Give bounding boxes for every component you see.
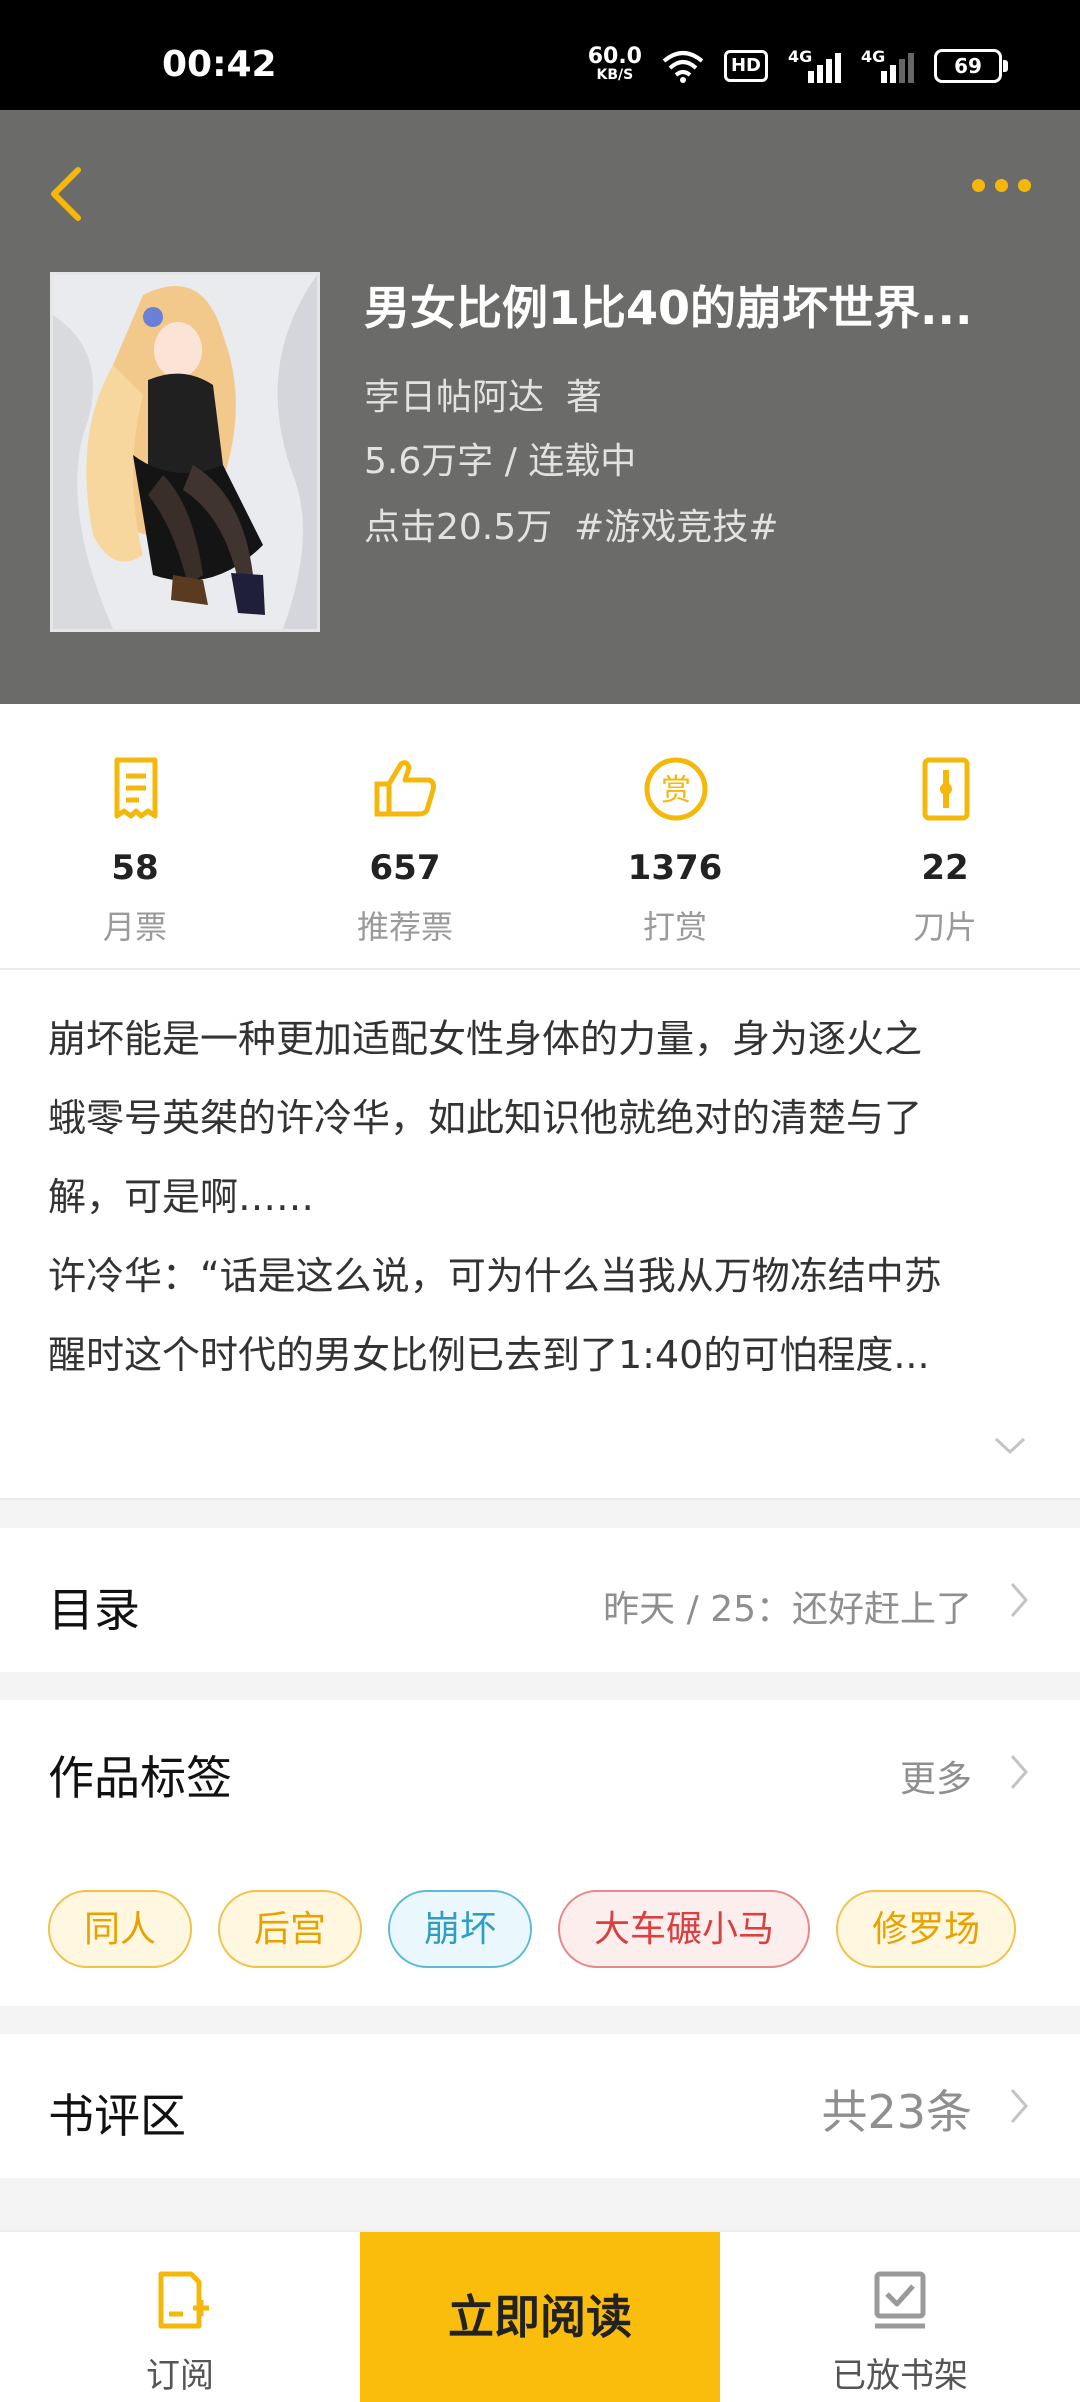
bottom-action-bar: 订阅 立即阅读 已放书架 xyxy=(0,2230,1080,2402)
book-cover[interactable] xyxy=(50,272,320,632)
chevron-right-icon xyxy=(1010,2089,1028,2123)
latest-chapter: 昨天 / 25：还好赶上了 xyxy=(603,1589,972,1630)
net-speed: 60.0 KB/S xyxy=(587,44,642,84)
divider xyxy=(0,1500,1080,1528)
battery-icon: 69 xyxy=(934,49,1008,83)
status-icons: 60.0 KB/S HD 4G 4G 69 xyxy=(587,44,1008,88)
bookshelf-check-icon xyxy=(874,2271,926,2329)
chevron-right-icon xyxy=(1010,1583,1028,1617)
book-title: 男女比例1比40的崩坏世界... xyxy=(364,281,973,335)
chevron-left-icon xyxy=(51,167,81,221)
status-bar: 00:42 60.0 KB/S HD 4G 4G 69 xyxy=(0,0,1080,110)
reward-coin-icon: 赏 xyxy=(644,757,708,821)
tag-chip[interactable]: 同人 xyxy=(48,1890,193,1968)
catalog-title: 目录 xyxy=(48,1583,140,1637)
cover-illustration xyxy=(53,275,317,629)
stat-value: 657 xyxy=(369,848,441,888)
book-header: 男女比例1比40的崩坏世界... 孛日帖阿达著 5.6万字 / 连载中 点击20… xyxy=(0,110,1080,704)
synopsis-line: 解，可是啊…… xyxy=(48,1175,315,1219)
more-dots-icon xyxy=(972,178,985,192)
clicks-genre-line: 点击20.5万 #游戏竞技# xyxy=(364,498,779,550)
tag-chip[interactable]: 修罗场 xyxy=(836,1890,1017,1968)
more-button[interactable] xyxy=(972,160,1042,210)
svg-text:赏: 赏 xyxy=(661,773,691,808)
back-button[interactable] xyxy=(40,148,96,228)
author-line: 孛日帖阿达著 xyxy=(364,368,602,420)
stat-reward[interactable]: 赏 1376 打赏 xyxy=(575,704,775,968)
synopsis-line: 醒时这个时代的男女比例已去到了1:40的可怕程度... xyxy=(48,1333,930,1377)
synopsis-line: 崩坏能是一种更加适配女性身体的力量，身为逐火之 xyxy=(48,1017,923,1061)
status-time: 00:42 xyxy=(162,44,277,85)
tags-more[interactable]: 更多 xyxy=(900,1750,972,1802)
tag-chip[interactable]: 大车碾小马 xyxy=(558,1890,811,1968)
bookshelf-label: 已放书架 xyxy=(832,2356,968,2396)
stat-label: 刀片 xyxy=(912,908,977,946)
subscribe-icon xyxy=(158,2271,209,2329)
wifi-icon xyxy=(662,51,704,83)
tag-chip[interactable]: 崩坏 xyxy=(388,1890,533,1968)
tag-list: 同人 后宫 崩坏 大车碾小马 修罗场 xyxy=(48,1890,1017,1968)
thumbs-up-icon xyxy=(374,760,436,817)
divider xyxy=(0,2006,1080,2034)
author-name[interactable]: 孛日帖阿达 xyxy=(364,377,544,418)
divider xyxy=(0,1672,1080,1700)
monthly-ticket-icon xyxy=(114,757,158,819)
blade-card-icon xyxy=(922,757,970,821)
stat-label: 打赏 xyxy=(642,908,707,946)
chevron-down-icon[interactable] xyxy=(990,1430,1030,1460)
stats-row: 58 月票 657 推荐票 赏 1376 打赏 22 刀片 xyxy=(0,704,1080,970)
stat-recommend[interactable]: 657 推荐票 xyxy=(305,704,505,968)
subscribe-label: 订阅 xyxy=(146,2356,214,2396)
synopsis-line: 许冷华：“话是这么说，可为什么当我从万物冻结中苏 xyxy=(48,1254,942,1298)
stat-label: 推荐票 xyxy=(356,908,453,946)
author-suffix: 著 xyxy=(566,377,603,418)
reviews-count: 共23条 xyxy=(821,2085,972,2139)
stat-value: 1376 xyxy=(627,848,723,888)
stat-blade[interactable]: 22 刀片 xyxy=(845,704,1045,968)
divider xyxy=(0,2178,1080,2230)
genre-tag[interactable]: #游戏竞技# xyxy=(574,507,778,548)
signal-icon: 4G xyxy=(788,47,841,83)
stat-monthly-ticket[interactable]: 58 月票 xyxy=(35,704,235,968)
hd-badge: HD xyxy=(723,50,768,82)
bookshelf-button[interactable]: 已放书架 xyxy=(720,2232,1080,2402)
reviews-row[interactable]: 书评区 共23条 xyxy=(0,2034,1080,2178)
click-count: 点击20.5万 xyxy=(364,507,553,548)
read-now-button[interactable]: 立即阅读 xyxy=(360,2232,720,2402)
stat-value: 58 xyxy=(111,848,159,888)
synopsis-line: 蛾零号英桀的许冷华，如此知识他就绝对的清楚与了 xyxy=(48,1096,923,1140)
word-count-status: 5.6万字 / 连载中 xyxy=(364,441,637,482)
stat-value: 22 xyxy=(921,848,969,888)
tag-chip[interactable]: 后宫 xyxy=(218,1890,363,1968)
signal-icon-2: 4G xyxy=(861,47,914,83)
tags-title: 作品标签 xyxy=(48,1751,232,1805)
subscribe-button[interactable]: 订阅 xyxy=(0,2232,360,2402)
catalog-row[interactable]: 目录 昨天 / 25：还好赶上了 xyxy=(0,1528,1080,1672)
synopsis[interactable]: 崩坏能是一种更加适配女性身体的力量，身为逐火之 蛾零号英桀的许冷华，如此知识他就… xyxy=(0,970,1080,1500)
chevron-right-icon[interactable] xyxy=(1008,1752,1030,1792)
reviews-title: 书评区 xyxy=(48,2089,186,2143)
stat-label: 月票 xyxy=(102,908,167,946)
